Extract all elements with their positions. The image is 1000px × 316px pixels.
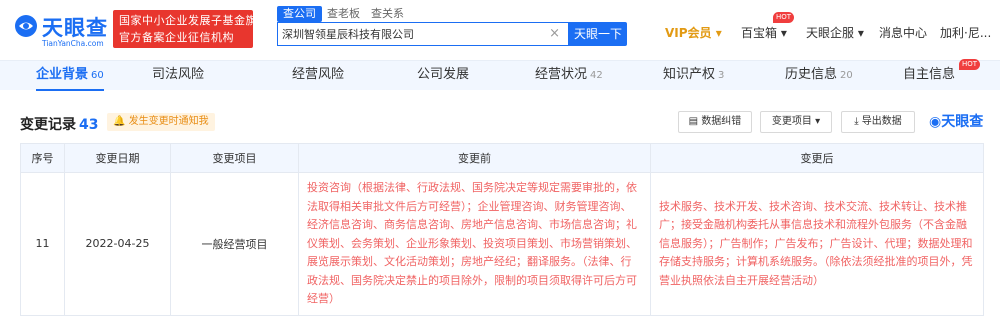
section-title-text: 变更记录 [20,117,76,133]
cell-date: 2022-04-25 [64,172,171,316]
enterprise-service-menu[interactable]: 天眼企服 ▾ [806,24,864,41]
download-icon: ⤓ [854,116,859,127]
tab-company-background[interactable]: 企业背景 60 [36,61,104,91]
tab-business-risk[interactable]: 经营风险 [292,61,344,91]
change-item-filter[interactable]: 变更项目 ▾ [760,111,832,133]
company-tab-bar: 企业背景 60 司法风险 经营风险 公司发展 经营状况 42 知识产权 3 历史信息 2… [0,59,1000,91]
tab-company-development[interactable]: 公司发展 [417,61,469,91]
section-count: 43 [79,117,99,133]
tab-judicial-risk[interactable]: 司法风险 [152,61,204,91]
col-header-item: 变更项目 [170,143,299,173]
tab-history-info[interactable]: 历史信息 20 [785,61,853,91]
tianyancha-logo[interactable]: 天眼查 TianYanCha.com [14,11,110,48]
tab-intellectual-property[interactable]: 知识产权 3 [663,61,724,91]
gov-badge-line-1: 国家中小企业发展子基金旗下 [119,14,269,27]
tab-label: 经营状况 [535,67,588,82]
tab-operating-status[interactable]: 经营状况 42 [535,61,603,91]
data-correction-button[interactable]: ▤ 数据纠错 [678,111,752,133]
baibaoxiang-menu[interactable]: 百宝箱 ▾ [741,24,787,41]
col-header-date: 变更日期 [64,143,171,173]
brand-name: 天眼查 [941,114,984,130]
tab-label: 历史信息 [785,67,838,82]
col-header-after: 变更后 [650,143,984,173]
cell-before: 投资咨询（根据法律、行政法规、国务院决定等规定需要审批的，依法取得相关审批文件后… [298,172,651,316]
vip-menu[interactable]: VIP会员 ▾ [665,24,722,41]
tab-count: 20 [840,70,853,81]
change-item-filter-label: 变更项目 ▾ [771,116,821,127]
logo-name: 天眼查 [42,16,108,40]
gov-badge-line-2: 官方备案企业征信机构 [119,31,234,44]
logo-domain: TianYanCha.com [42,39,104,48]
tab-label: 自主信息 [903,67,956,82]
cell-after: 技术服务、技术开发、技术咨询、技术交流、技术转让、技术推广；接受金融机构委托从事… [650,172,984,316]
notify-label: 发生变更时通知我 [128,116,209,127]
table-row: 11 2022-04-25 一般经营项目 投资咨询（根据法律、行政法规、国务院决… [20,172,984,316]
section-title: 变更记录 43 [20,114,98,134]
edit-icon: ▤ [688,116,699,127]
export-data-button[interactable]: ⤓ 导出数据 [841,111,915,133]
top-header: 天眼查 TianYanCha.com 国家中小企业发展子基金旗下 官方备案企业征… [0,0,1000,60]
search-button[interactable]: 天眼一下 [569,22,627,46]
tab-label: 司法风险 [152,67,205,82]
tab-label: 知识产权 [663,67,716,82]
search-box: × [277,22,569,46]
col-header-before: 变更前 [298,143,651,173]
tab-count: 60 [91,70,104,81]
tianyancha-watermark-logo: ◉天眼查 [929,111,983,131]
tab-search-relation[interactable]: 查关系 [371,6,404,22]
user-menu[interactable]: 加利·尼... [940,24,991,41]
cell-item: 一般经营项目 [170,172,299,316]
table-header-row: 序号 变更日期 变更项目 变更前 变更后 [20,143,984,173]
logo-eye-icon [15,15,37,37]
col-header-index: 序号 [20,143,65,173]
change-record-table: 序号 变更日期 变更项目 变更前 变更后 11 2022-04-25 一般经营项… [20,143,984,316]
search-input[interactable] [278,23,540,45]
tab-label: 公司发展 [417,67,470,82]
gov-badge: 国家中小企业发展子基金旗下 官方备案企业征信机构 [113,10,269,48]
tab-count: 42 [590,70,603,81]
tab-self-info[interactable]: 自主信息 [903,61,955,91]
hot-badge: HOT [959,59,981,70]
message-center-link[interactable]: 消息中心 [879,24,927,41]
tab-search-company[interactable]: 查公司 [277,6,322,22]
tab-count: 3 [718,70,725,81]
cell-index: 11 [20,172,65,316]
bell-icon: 🔔 [113,116,126,127]
tab-search-boss[interactable]: 查老板 [327,6,360,22]
tab-label: 企业背景 [36,67,89,82]
data-correction-label: 数据纠错 [701,116,742,127]
notify-on-change-button[interactable]: 🔔 发生变更时通知我 [107,113,215,131]
hot-badge: HOT [773,12,795,23]
brand-eye-icon: ◉ [929,114,942,130]
tab-label: 经营风险 [292,67,345,82]
export-data-label: 导出数据 [861,116,902,127]
clear-icon[interactable]: × [549,26,560,41]
